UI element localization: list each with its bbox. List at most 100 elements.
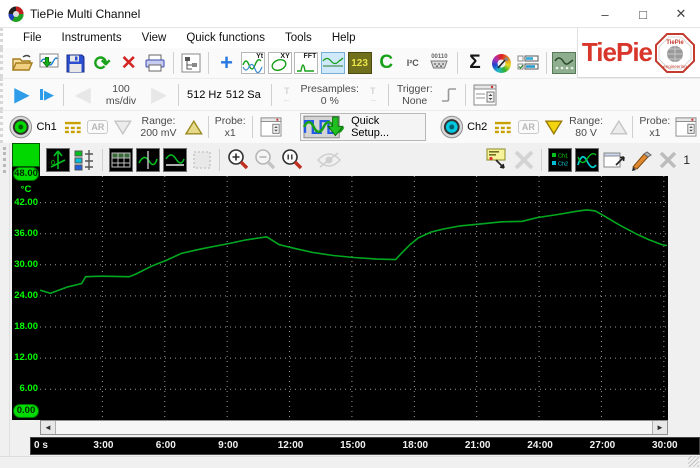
ch1-bnc-icon[interactable] bbox=[9, 115, 33, 139]
refresh-button[interactable]: ⟳ bbox=[89, 50, 116, 76]
can-analyzer-button[interactable]: C bbox=[373, 50, 400, 76]
toolbar-separator bbox=[207, 116, 209, 138]
x-tick-label: 27:00 bbox=[589, 440, 616, 451]
i2c-analyzer-button[interactable]: I²C bbox=[400, 50, 427, 76]
close-graph-icon bbox=[659, 151, 677, 169]
instrument-settings-button[interactable] bbox=[470, 82, 500, 108]
svg-text:TiePie: TiePie bbox=[666, 40, 684, 46]
new-meter-button[interactable]: 123 bbox=[346, 50, 373, 76]
horizontal-scrollbar[interactable]: ◄ ► bbox=[40, 420, 668, 435]
delete-button[interactable]: ✕ bbox=[115, 50, 142, 76]
right-arrow-icon: ▶ bbox=[151, 84, 167, 106]
timebase-slower-button[interactable]: ◀ bbox=[68, 82, 98, 108]
trigger-readout[interactable]: Trigger: None bbox=[393, 83, 437, 107]
table-icon bbox=[108, 148, 133, 172]
add-instrument-button[interactable]: + bbox=[213, 50, 240, 76]
data-logger-button[interactable] bbox=[551, 50, 578, 76]
menu-help[interactable]: Help bbox=[322, 30, 366, 46]
new-fft-graph-button[interactable]: FFT bbox=[293, 50, 320, 76]
math-sigma-button[interactable]: Σ bbox=[462, 50, 489, 76]
vertical-cursors-button[interactable] bbox=[134, 146, 161, 174]
menu-instruments[interactable]: Instruments bbox=[52, 30, 132, 46]
ch1-settings-button[interactable] bbox=[257, 114, 284, 140]
scroll-left-button[interactable]: ◄ bbox=[41, 421, 56, 434]
ch2-autorange-button[interactable]: AR bbox=[517, 120, 539, 134]
scroll-right-button[interactable]: ► bbox=[652, 421, 667, 434]
zoom-reset-button[interactable] bbox=[278, 146, 305, 174]
status-bar bbox=[0, 456, 700, 468]
object-tree-button[interactable] bbox=[178, 50, 205, 76]
ch2-coupling-icon[interactable] bbox=[493, 120, 513, 134]
y-axis-max-label[interactable]: 48.00 bbox=[13, 167, 39, 181]
color-settings-button[interactable] bbox=[488, 50, 515, 76]
active-graph-button[interactable] bbox=[320, 50, 347, 76]
hide-sources-button[interactable] bbox=[315, 146, 342, 174]
ch2-range-down-icon[interactable] bbox=[544, 119, 564, 136]
y-tick-label: 18.00 bbox=[14, 321, 38, 332]
new-xy-graph-button[interactable]: XY bbox=[266, 50, 293, 76]
minimize-button[interactable]: – bbox=[586, 0, 624, 28]
zoom-out-button[interactable] bbox=[251, 146, 278, 174]
ch2-range-up-icon[interactable] bbox=[609, 119, 629, 136]
ch2-bnc-icon[interactable] bbox=[440, 115, 464, 139]
menu-quick-functions[interactable]: Quick functions bbox=[176, 30, 275, 46]
legend-toggle-button[interactable]: Ch1 Ch2 bbox=[546, 146, 573, 174]
menu-file[interactable]: File bbox=[13, 30, 52, 46]
close-button[interactable]: ✕ bbox=[662, 0, 700, 28]
presamples-decrease-button[interactable]: T ← bbox=[276, 86, 298, 103]
import-waveform-icon bbox=[39, 53, 59, 68]
brand-panel: TiePie TiePie engineering bbox=[577, 28, 700, 78]
plot-area[interactable] bbox=[39, 176, 668, 420]
ch1-coupling-icon[interactable] bbox=[63, 120, 83, 134]
maximize-button[interactable]: □ bbox=[624, 0, 662, 28]
zoom-in-button[interactable] bbox=[224, 146, 251, 174]
scrollbar-track[interactable] bbox=[56, 421, 652, 434]
serial-analyzer-button[interactable]: 00110 bbox=[426, 50, 453, 76]
one-shot-button[interactable]: ▶ bbox=[35, 82, 59, 108]
tiepie-logo: TiePie engineering bbox=[655, 32, 695, 73]
ch1-autorange-button[interactable]: AR bbox=[87, 120, 109, 134]
close-graph-button[interactable] bbox=[654, 146, 681, 174]
sources-list-button[interactable] bbox=[71, 146, 98, 174]
menu-view[interactable]: View bbox=[132, 30, 177, 46]
delete-icon: ✕ bbox=[120, 52, 137, 74]
axis-settings-button[interactable]: 0 bbox=[44, 146, 71, 174]
ch2-settings-button[interactable] bbox=[673, 114, 700, 140]
toolbar-separator bbox=[632, 116, 634, 138]
save-button[interactable] bbox=[62, 50, 89, 76]
ch2-range-label: Range: bbox=[569, 115, 603, 127]
print-button[interactable] bbox=[142, 50, 169, 76]
ch1-probe-value: x1 bbox=[224, 127, 236, 139]
open-in-window-button[interactable] bbox=[600, 146, 627, 174]
vertical-cursor-icon bbox=[135, 148, 160, 172]
new-yt-graph-button[interactable]: Yt bbox=[240, 50, 267, 76]
value-table-button[interactable] bbox=[107, 146, 134, 174]
add-comment-button[interactable] bbox=[483, 146, 510, 174]
presamples-increase-button[interactable]: T → bbox=[362, 86, 384, 103]
rect-zoom-button[interactable] bbox=[188, 146, 215, 174]
ch1-range-down-icon[interactable] bbox=[113, 119, 133, 136]
horizontal-cursors-button[interactable] bbox=[161, 146, 188, 174]
graph-colors-button[interactable] bbox=[627, 146, 654, 174]
channel-list-settings-button[interactable] bbox=[515, 50, 542, 76]
delete-comments-button[interactable] bbox=[510, 146, 537, 174]
y-tick-label: 30.00 bbox=[14, 258, 38, 270]
quick-setup-button[interactable]: Quick Setup... bbox=[300, 113, 426, 141]
sources-icon bbox=[74, 150, 93, 171]
open-file-button[interactable] bbox=[9, 50, 36, 76]
import-data-button[interactable] bbox=[36, 50, 63, 76]
panel-splitter[interactable] bbox=[0, 143, 10, 456]
left-arrow-icon: ◀ bbox=[75, 84, 91, 106]
start-measurement-button[interactable]: ▶ bbox=[9, 82, 35, 108]
y-axis-slider[interactable] bbox=[12, 143, 40, 167]
trigger-edge-icon[interactable] bbox=[440, 85, 458, 105]
menu-tools[interactable]: Tools bbox=[275, 30, 322, 46]
ch1-range-up-icon[interactable] bbox=[184, 119, 204, 136]
y-tick-label: 6.00 bbox=[19, 383, 39, 395]
sample-rate-readout: 512 Hz bbox=[187, 88, 222, 101]
legend-icon: Ch1 Ch2 bbox=[547, 148, 572, 172]
y-axis-min-label[interactable]: 0.00 bbox=[13, 404, 39, 418]
interpolation-button[interactable] bbox=[573, 146, 600, 174]
resize-grip[interactable] bbox=[688, 456, 699, 467]
timebase-faster-button[interactable]: ▶ bbox=[144, 82, 174, 108]
